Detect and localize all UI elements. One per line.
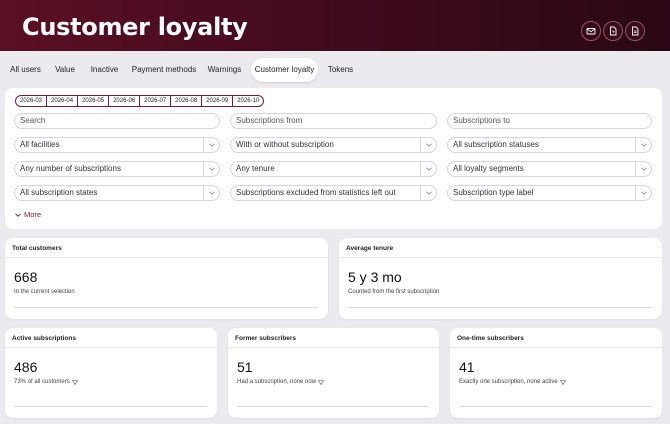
card-subtitle: Exactly one subscription, none active	[459, 379, 566, 385]
app-header: Customer loyalty	[0, 0, 670, 51]
card-footer-line	[14, 406, 207, 407]
card-divider	[5, 347, 217, 348]
card-title: Total customers	[12, 245, 62, 252]
facilities-select[interactable]: All facilities	[14, 137, 220, 153]
page-title: Customer loyalty	[22, 13, 248, 41]
chevron-down-icon	[635, 138, 647, 152]
card-footer-line	[14, 307, 318, 308]
month-chip[interactable]: 2026-09	[202, 96, 234, 106]
card-subtitle: Had a subscription, none now	[237, 379, 325, 385]
tab-customer-loyalty[interactable]: Customer loyalty	[251, 58, 318, 82]
filter-panel: 2026-03 2026-04 2026-05 2026-06 2026-07 …	[5, 88, 662, 229]
chevron-down-icon	[203, 138, 215, 152]
filter-icon[interactable]	[318, 379, 325, 385]
excluded-subscriptions-select[interactable]: Subscriptions excluded from statistics l…	[230, 185, 437, 201]
tab-tokens[interactable]: Tokens	[326, 58, 355, 82]
card-former-subscribers: Former subscribers 51 Had a subscription…	[228, 328, 439, 418]
card-value: 5 y 3 mo	[348, 269, 402, 285]
month-selector: 2026-03 2026-04 2026-05 2026-06 2026-07 …	[15, 95, 265, 107]
tab-all-users[interactable]: All users	[7, 58, 44, 82]
subscriptions-to-input[interactable]: Subscriptions to	[447, 113, 652, 129]
card-footer-line	[237, 406, 429, 407]
tab-payment-methods[interactable]: Payment methods	[131, 58, 197, 82]
chevron-down-icon	[15, 212, 21, 217]
card-total-customers: Total customers 668 In the current selec…	[5, 238, 328, 319]
tab-bar: All users Value Inactive Payment methods…	[0, 58, 670, 82]
card-subtitle: 73% of all customers	[14, 379, 78, 385]
card-title: Average tenure	[346, 245, 394, 252]
month-chip[interactable]: 2026-05	[78, 96, 110, 106]
month-chip[interactable]: 2026-08	[171, 96, 203, 106]
subscription-type-label-select[interactable]: Subscription type label	[447, 185, 652, 201]
subscription-presence-select[interactable]: With or without subscription	[230, 137, 437, 153]
filter-icon[interactable]	[71, 379, 78, 385]
card-title: Active subscriptions	[12, 335, 76, 342]
month-chip[interactable]: 2026-06	[109, 96, 141, 106]
card-subtitle: Counted from the first subscription	[348, 289, 440, 295]
month-chip[interactable]: 2026-04	[47, 96, 79, 106]
export-pdf-button[interactable]	[603, 21, 623, 41]
card-title: Former subscribers	[235, 335, 297, 342]
card-footer-line	[459, 406, 652, 407]
subscription-count-select[interactable]: Any number of subscriptions	[14, 161, 220, 177]
month-chip[interactable]: 2026-07	[140, 96, 172, 106]
card-divider	[5, 257, 328, 258]
chevron-down-icon	[203, 186, 215, 200]
card-value: 51	[237, 359, 253, 375]
pdf-icon	[610, 26, 617, 36]
card-value: 486	[14, 359, 38, 375]
chevron-down-icon	[420, 186, 432, 200]
mail-icon	[586, 28, 596, 35]
loyalty-segments-select[interactable]: All loyalty segments	[447, 161, 652, 177]
month-chip[interactable]: 2026-10	[233, 96, 263, 106]
card-divider	[228, 347, 439, 348]
month-chip[interactable]: 2026-03	[16, 96, 48, 106]
card-value: 41	[459, 359, 475, 375]
card-title: One-time subscribers	[457, 335, 524, 342]
card-divider	[339, 257, 662, 258]
card-average-tenure: Average tenure 5 y 3 mo Counted from the…	[339, 238, 662, 319]
document-icon	[632, 26, 639, 36]
email-button[interactable]	[581, 21, 601, 41]
card-divider	[450, 347, 662, 348]
chevron-down-icon	[420, 162, 432, 176]
chevron-down-icon	[635, 162, 647, 176]
card-footer-line	[348, 307, 652, 308]
card-active-subscriptions: Active subscriptions 486 73% of all cust…	[5, 328, 217, 418]
chevron-down-icon	[635, 186, 647, 200]
more-filters-toggle[interactable]: More	[15, 210, 41, 219]
card-subtitle: In the current selection	[14, 289, 75, 295]
subscriptions-from-input[interactable]: Subscriptions from	[230, 113, 437, 129]
tab-value[interactable]: Value	[52, 58, 78, 82]
card-value: 668	[14, 269, 38, 285]
subscription-states-select[interactable]: All subscription states	[14, 185, 220, 201]
filter-icon[interactable]	[559, 379, 566, 385]
tab-inactive[interactable]: Inactive	[88, 58, 121, 82]
tenure-select[interactable]: Any tenure	[230, 161, 437, 177]
subscription-statuses-select[interactable]: All subscription statuses	[447, 137, 652, 153]
chevron-down-icon	[203, 162, 215, 176]
card-one-time-subscribers: One-time subscribers 41 Exactly one subs…	[450, 328, 662, 418]
chevron-down-icon	[420, 138, 432, 152]
search-input[interactable]: Search	[14, 113, 220, 129]
tab-warnings[interactable]: Warnings	[206, 58, 243, 82]
export-document-button[interactable]	[625, 21, 645, 41]
